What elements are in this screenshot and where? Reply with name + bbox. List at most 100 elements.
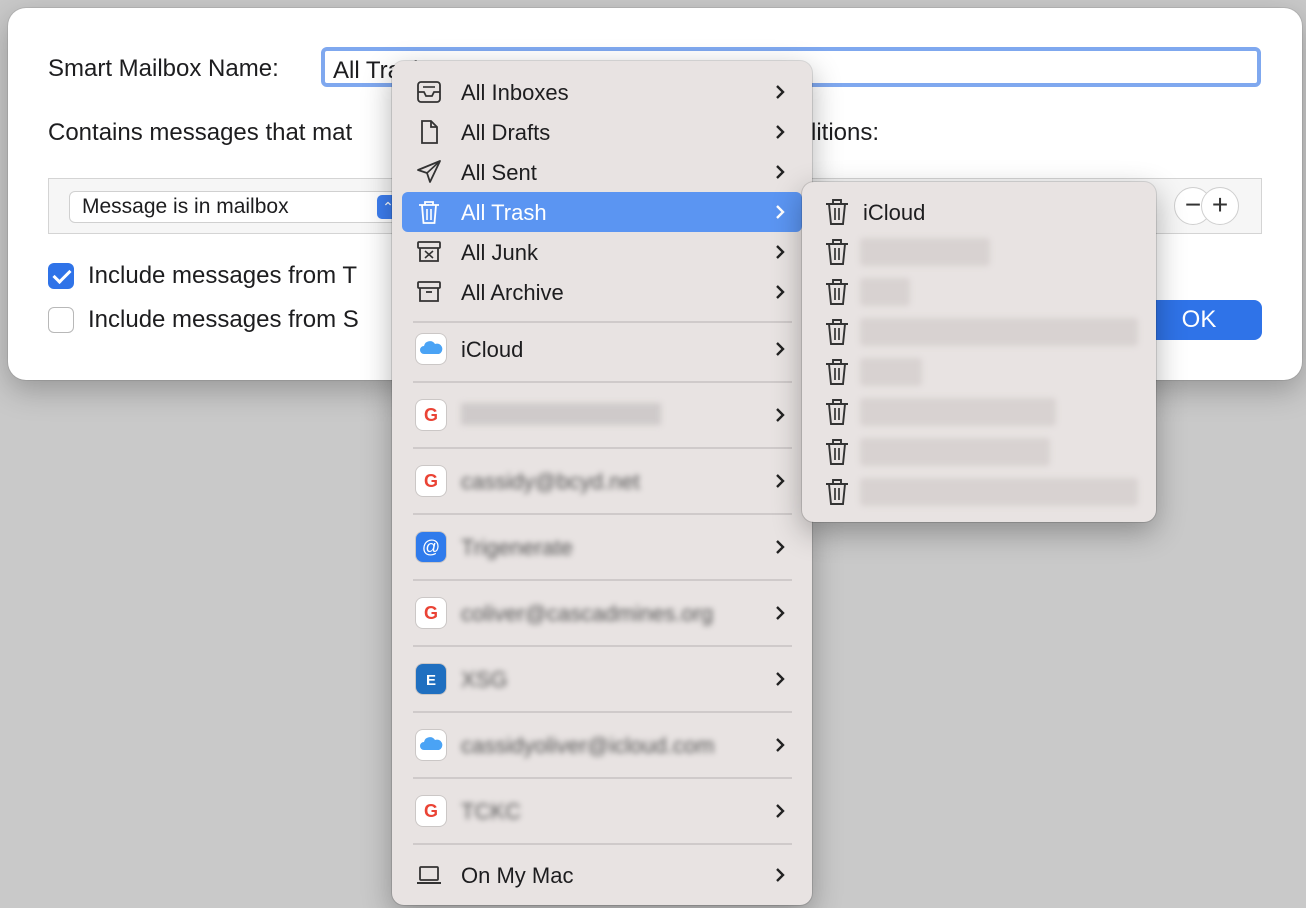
account-item-google-1[interactable]: G [402, 387, 802, 443]
submenu-item-trash-redacted[interactable] [802, 392, 1156, 432]
account-item-google-2[interactable]: G cassidy@bcyd.net [402, 453, 802, 509]
chevron-right-icon [776, 540, 785, 554]
trash-icon [826, 199, 848, 225]
chevron-right-icon [776, 85, 785, 99]
redacted-label [860, 478, 1138, 506]
menu-separator [413, 777, 792, 779]
redacted-label [860, 278, 910, 306]
include-trash-label: Include messages from T [88, 262, 358, 289]
menu-item-label: All Inboxes [461, 80, 569, 105]
mailbox-name-label: Smart Mailbox Name: [48, 55, 279, 82]
submenu-item-label: iCloud [863, 200, 926, 225]
menu-item-all-inboxes[interactable]: All Inboxes [402, 72, 802, 112]
menu-item-all-trash[interactable]: All Trash [402, 192, 802, 232]
trash-icon [826, 479, 848, 505]
trash-icon [826, 319, 848, 345]
menu-item-all-sent[interactable]: All Sent [402, 152, 802, 192]
at-sign-icon: @ [416, 532, 446, 562]
google-icon: G [416, 400, 446, 430]
redacted-label [860, 358, 922, 386]
svg-text:G: G [424, 471, 438, 491]
chevron-right-icon [776, 672, 785, 686]
include-sent-label: Include messages from S [88, 306, 359, 333]
contains-label-tail: litions: [811, 119, 880, 146]
submenu-item-trash-redacted[interactable] [802, 272, 1156, 312]
redacted-label [860, 438, 1050, 466]
chevron-right-icon [776, 408, 785, 422]
account-item-icloud-2[interactable]: cassidyoliver@icloud.com [402, 717, 802, 773]
archive-icon [417, 281, 441, 302]
trash-icon [826, 439, 848, 465]
menu-item-label: All Sent [461, 160, 537, 185]
chevron-right-icon [776, 125, 785, 139]
account-label: Trigenerate [461, 535, 573, 560]
add-rule-button[interactable]: + [1201, 187, 1239, 225]
menu-item-on-my-mac[interactable]: On My Mac [402, 855, 802, 895]
contains-label: Contains messages that mat [48, 119, 353, 146]
menu-item-all-junk[interactable]: All Junk [402, 232, 802, 272]
icloud-icon [416, 730, 446, 760]
menu-separator [413, 447, 792, 449]
menu-separator [413, 579, 792, 581]
account-item-google-4[interactable]: G TCKC [402, 783, 802, 839]
submenu-item-trash-redacted[interactable] [802, 312, 1156, 352]
chevron-right-icon [776, 606, 785, 620]
menu-item-label: All Drafts [461, 120, 551, 145]
chevron-right-icon [776, 342, 785, 356]
chevron-right-icon [776, 868, 785, 882]
submenu-item-icloud-trash[interactable]: iCloud [802, 192, 1156, 232]
svg-text:@: @ [422, 537, 440, 557]
menu-item-label: All Junk [461, 240, 539, 265]
account-item-icloud[interactable]: iCloud [402, 321, 802, 377]
svg-text:G: G [424, 405, 438, 425]
chevron-right-icon [776, 165, 785, 179]
include-sent-checkbox[interactable] [48, 307, 74, 333]
menu-item-label: All Trash [461, 200, 547, 225]
trash-icon [826, 399, 848, 425]
google-icon: G [416, 796, 446, 826]
document-icon [421, 120, 438, 144]
menu-separator [413, 645, 792, 647]
include-trash-checkbox[interactable] [48, 263, 74, 289]
menu-item-label: All Archive [461, 280, 564, 305]
junk-icon [417, 241, 441, 262]
chevron-right-icon [776, 804, 785, 818]
trash-icon [826, 359, 848, 385]
google-icon: G [416, 598, 446, 628]
rule-field-popup[interactable]: Message is in mailbox [69, 191, 399, 223]
icloud-icon [416, 334, 446, 364]
tray-icon [417, 81, 441, 103]
submenu-item-trash-redacted[interactable] [802, 352, 1156, 392]
menu-item-label: On My Mac [461, 863, 574, 888]
redacted-label [860, 398, 1056, 426]
chevron-right-icon [776, 474, 785, 488]
laptop-icon [417, 866, 441, 884]
menu-separator [413, 843, 792, 845]
trash-icon [826, 239, 848, 265]
menu-separator [413, 513, 792, 515]
exchange-icon: E [416, 664, 446, 694]
redacted-label [860, 238, 990, 266]
redacted-label [860, 318, 1138, 346]
menu-separator [413, 381, 792, 383]
account-label: coliver@cascadmines.org [461, 601, 714, 626]
submenu-item-trash-redacted[interactable] [802, 232, 1156, 272]
menu-item-all-archive[interactable]: All Archive [402, 272, 802, 312]
submenu-item-trash-redacted[interactable] [802, 472, 1156, 512]
account-item-google-3[interactable]: G coliver@cascadmines.org [402, 585, 802, 641]
submenu-item-trash-redacted[interactable] [802, 432, 1156, 472]
account-label: XSG [461, 667, 508, 692]
chevron-right-icon [776, 245, 785, 259]
svg-text:G: G [424, 801, 438, 821]
menu-item-all-drafts[interactable]: All Drafts [402, 112, 802, 152]
account-item-exchange[interactable]: E XSG [402, 651, 802, 707]
chevron-right-icon [776, 285, 785, 299]
account-label: TCKC [461, 799, 521, 824]
account-label: cassidyoliver@icloud.com [461, 733, 715, 758]
mailbox-menu: All Inboxes All Drafts All Sent All Tras… [392, 61, 812, 905]
chevron-right-icon [776, 738, 785, 752]
google-icon: G [416, 466, 446, 496]
trash-icon [419, 201, 439, 224]
trash-icon [826, 279, 848, 305]
account-item-other[interactable]: @ Trigenerate [402, 519, 802, 575]
